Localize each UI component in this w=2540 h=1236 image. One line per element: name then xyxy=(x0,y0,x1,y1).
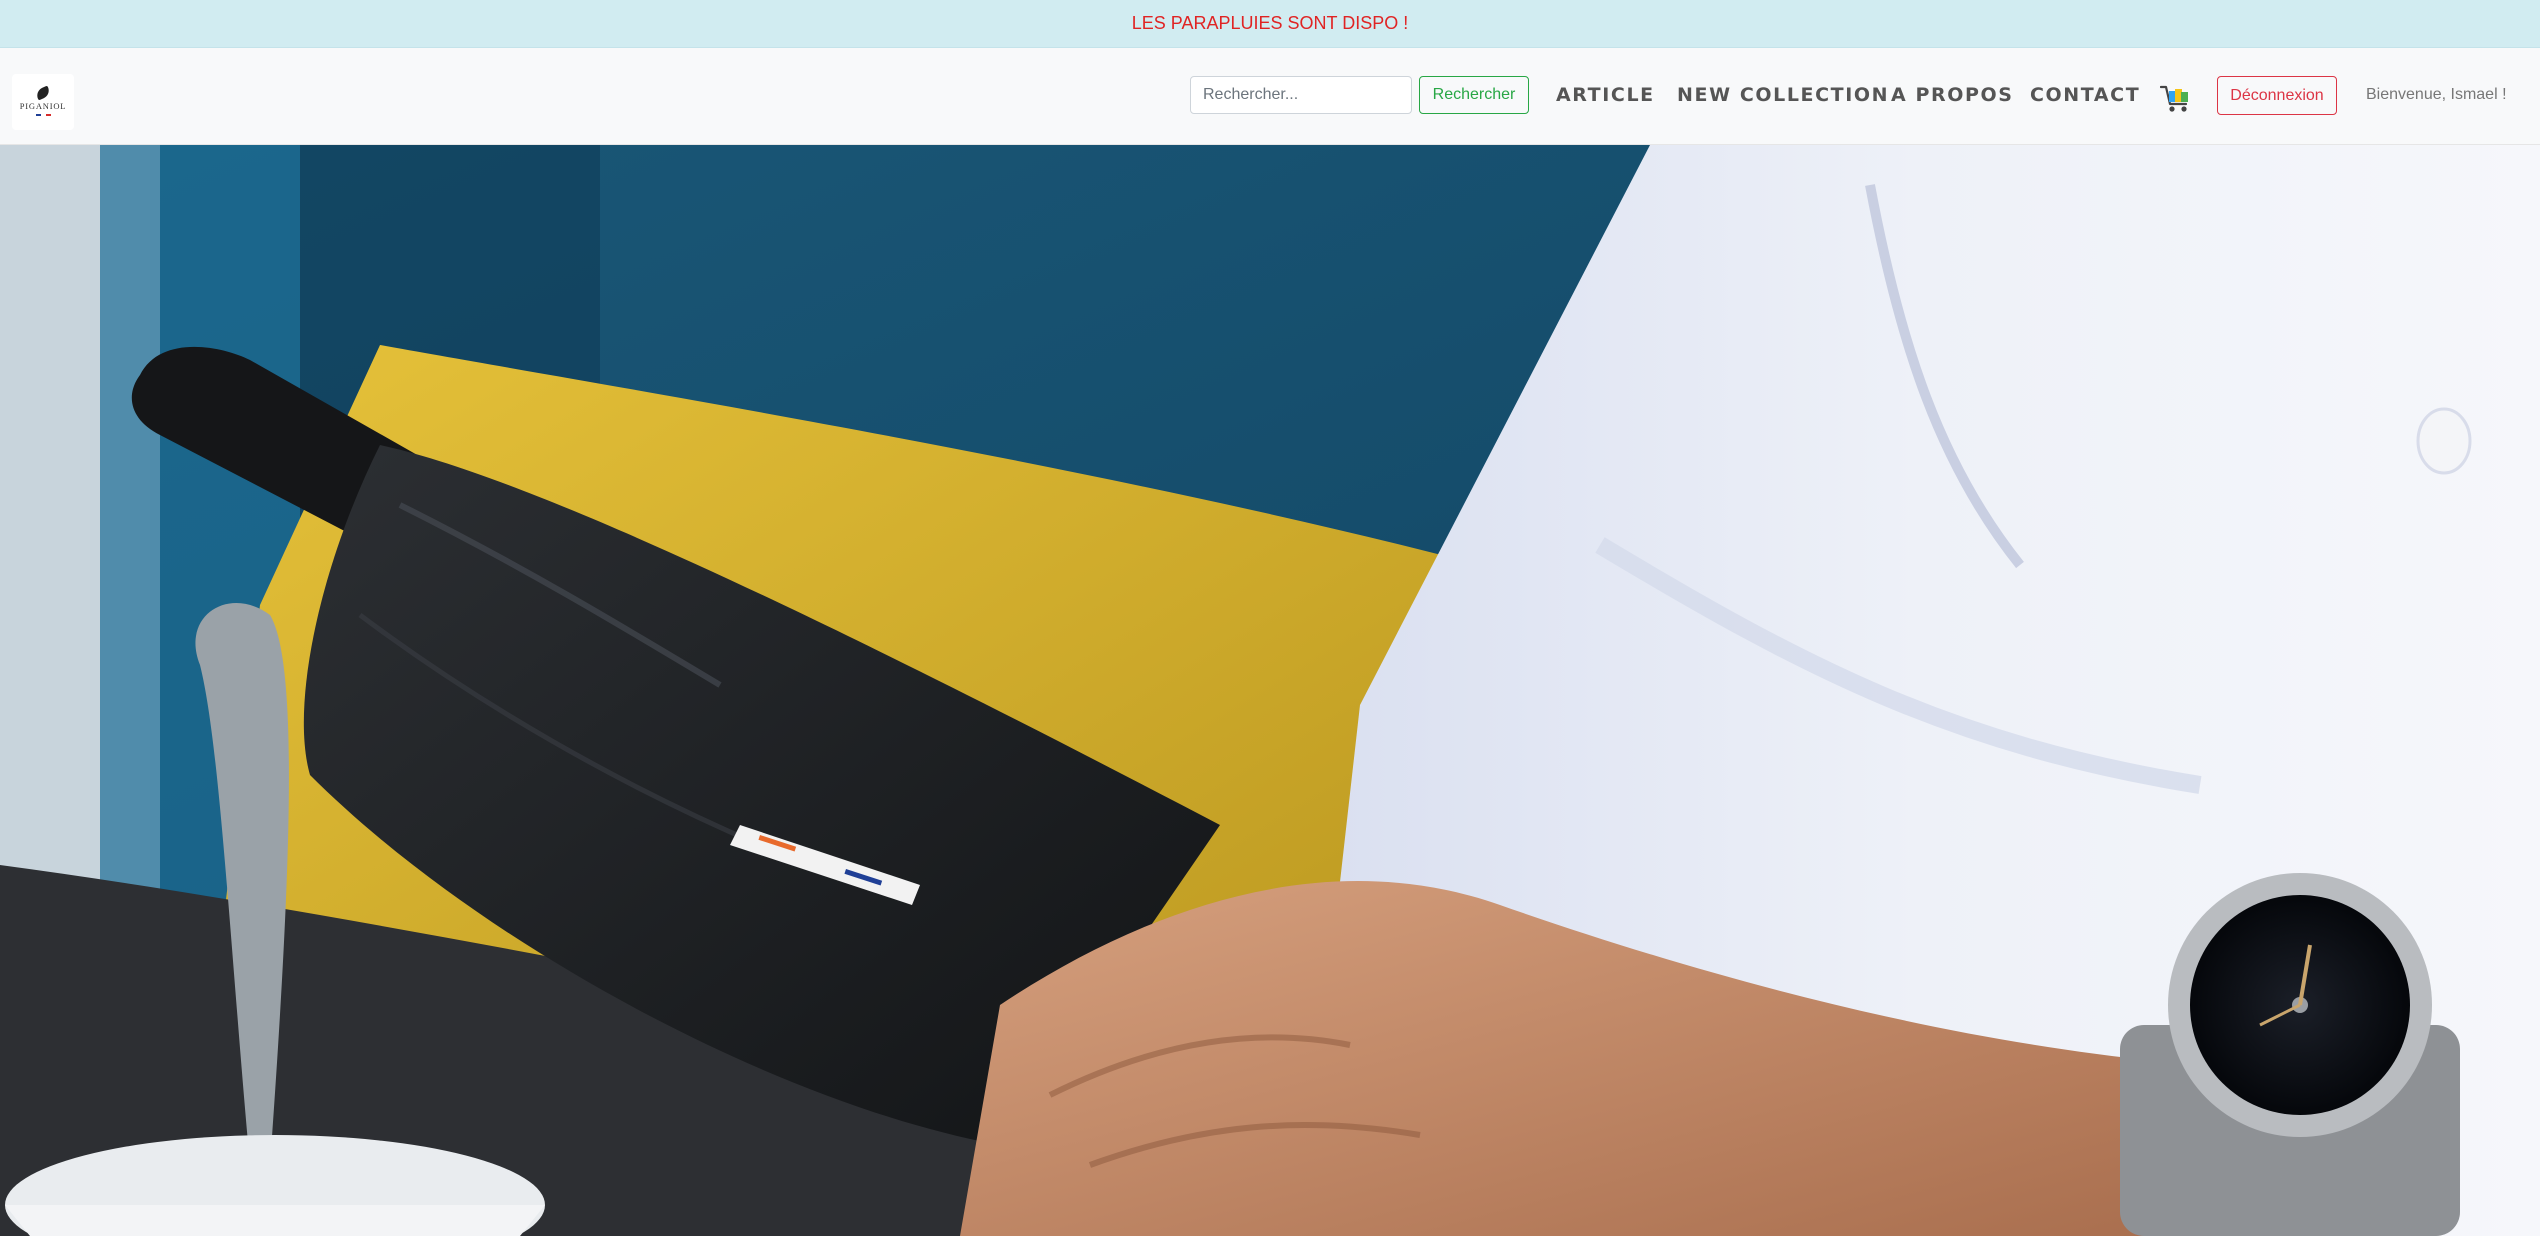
brand-logo[interactable]: PIGANIOL xyxy=(12,74,74,130)
nav-link-contact[interactable]: CONTACT xyxy=(2030,84,2140,110)
logout-button[interactable]: Déconnexion xyxy=(2217,76,2337,115)
nav-link-a-propos[interactable]: A PROPOS xyxy=(1891,84,2014,110)
feather-icon xyxy=(34,85,52,101)
search-button[interactable]: Rechercher xyxy=(1419,76,1529,114)
shopping-cart-icon[interactable] xyxy=(2159,84,2192,114)
announcement-bar: LES PARAPLUIES SONT DISPO ! xyxy=(0,0,2540,48)
welcome-text: Bienvenue, Ismael ! xyxy=(2366,86,2507,103)
nav-link-new-collection[interactable]: NEW COLLECTION xyxy=(1677,84,1889,110)
announcement-text: LES PARAPLUIES SONT DISPO ! xyxy=(1131,13,1409,33)
hero-image xyxy=(0,145,2540,1236)
search-input[interactable] xyxy=(1190,76,1412,114)
flag-icon xyxy=(35,114,51,116)
nav-link-article[interactable]: ARTICLE xyxy=(1556,84,1655,110)
brand-name: PIGANIOL xyxy=(19,101,67,111)
